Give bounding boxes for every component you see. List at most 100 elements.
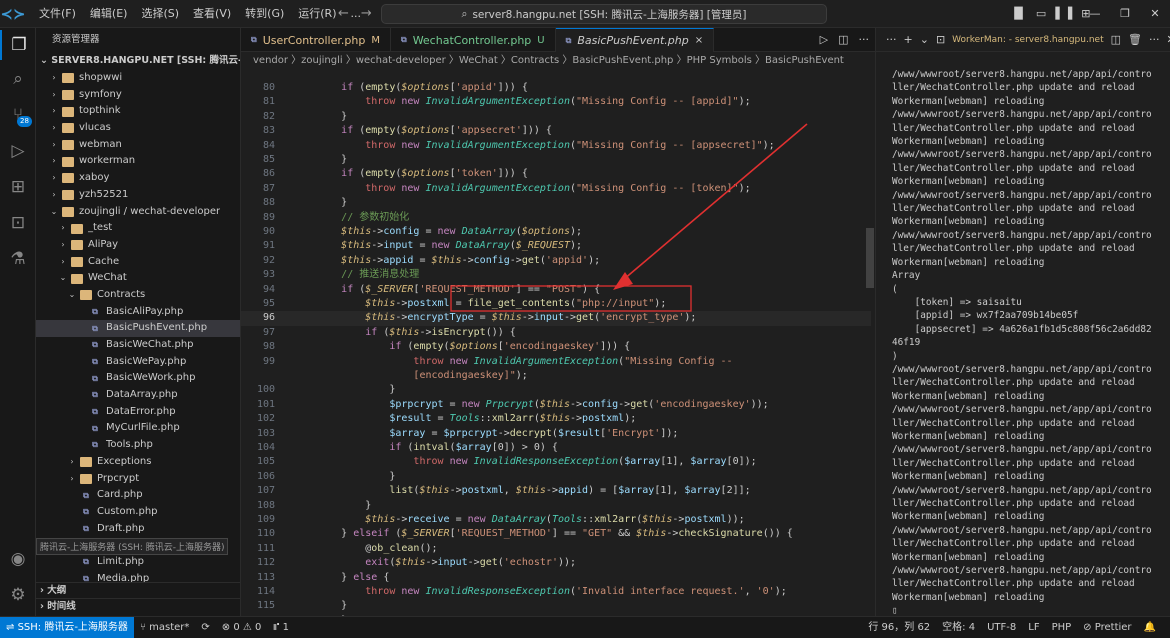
tree-folder[interactable]: › webman xyxy=(36,137,240,154)
restore-icon[interactable]: ❐ xyxy=(1110,0,1140,28)
code-line[interactable]: 84 throw new InvalidArgumentException("M… xyxy=(241,139,871,153)
tree-folder[interactable]: › yzh52521 xyxy=(36,187,240,204)
problems-indicator[interactable]: ⊗ 0 ⚠ 0 xyxy=(216,622,268,633)
settings-gear-icon[interactable]: ⚙ xyxy=(0,580,36,610)
code-line[interactable]: 103 $array = $prpcrypt->decrypt($result[… xyxy=(241,427,871,441)
more-actions-icon[interactable]: ··· xyxy=(859,28,870,52)
code-line[interactable]: 102 $result = Tools::xml2arr($this->post… xyxy=(241,412,871,426)
menu-go[interactable]: 转到(G) xyxy=(238,0,291,28)
extensions-icon[interactable]: ⊞ xyxy=(0,172,36,202)
tree-folder[interactable]: › Prpcrypt xyxy=(36,471,240,488)
account-icon[interactable]: ◉ xyxy=(0,544,36,574)
code-line[interactable]: 90 $this->config = new DataArray($option… xyxy=(241,225,871,239)
language-mode[interactable]: PHP xyxy=(1046,617,1078,638)
code-line[interactable]: 85 } xyxy=(241,153,871,167)
ports-indicator[interactable]: ⑈ 1 xyxy=(267,622,295,633)
code-line[interactable]: 105 throw new InvalidResponseException($… xyxy=(241,455,871,469)
source-control-icon[interactable]: ⑂ 28 xyxy=(0,100,36,130)
end-of-line[interactable]: LF xyxy=(1022,617,1045,638)
tab-wechat-controller[interactable]: ⧉ WechatController.php U xyxy=(391,28,556,52)
cursor-position[interactable]: 行 96，列 62 xyxy=(862,617,936,638)
tree-folder[interactable]: › Cache xyxy=(36,254,240,271)
code-line[interactable]: 92 $this->appid = $this->config->get('ap… xyxy=(241,254,871,268)
more-actions-icon[interactable]: ··· xyxy=(1149,33,1160,46)
code-line[interactable]: 91 $this->input = new DataArray($_REQUES… xyxy=(241,239,871,253)
menu-selection[interactable]: 选择(S) xyxy=(134,0,186,28)
remote-explorer-icon[interactable]: ⊡ xyxy=(0,208,36,238)
tree-file[interactable]: ⧉ BasicAliPay.php xyxy=(36,304,240,321)
code-line[interactable]: 113 } else { xyxy=(241,571,871,585)
tree-file[interactable]: ⧉ Card.php xyxy=(36,487,240,504)
code-line[interactable]: 99 throw new InvalidArgumentException("M… xyxy=(241,355,871,369)
remote-indicator[interactable]: ⇌ SSH: 腾讯云-上海服务器 xyxy=(0,616,134,638)
code-line[interactable]: 96 $this->encryptType = $this->input->ge… xyxy=(241,311,871,326)
code-line[interactable]: 98 if (empty($options['encodingaeskey'])… xyxy=(241,340,871,354)
tab-user-controller[interactable]: ⧉ UserController.php M xyxy=(241,28,391,52)
timeline-section[interactable]: › 时间线 xyxy=(36,598,240,614)
tree-file[interactable]: ⧉ MyCurlFile.php xyxy=(36,420,240,437)
toggle-panel-icon[interactable]: ▭ xyxy=(1036,0,1046,28)
more-icon[interactable]: ··· xyxy=(886,33,897,46)
tree-folder[interactable]: › topthink xyxy=(36,103,240,120)
code-line[interactable]: 89 // 参数初始化 xyxy=(241,211,871,225)
branch-indicator[interactable]: ⑂ master* xyxy=(134,622,195,633)
tree-file[interactable]: ⧉ Draft.php xyxy=(36,521,240,538)
code-line[interactable]: 95 $this->postxml = file_get_contents("p… xyxy=(241,297,871,311)
tree-file[interactable]: ⧉ BasicWeChat.php xyxy=(36,337,240,354)
close-tab-icon[interactable]: × xyxy=(695,35,703,46)
code-line[interactable]: 82 } xyxy=(241,110,871,124)
outline-section[interactable]: › 大纲 xyxy=(36,582,240,598)
code-line[interactable]: 115 } xyxy=(241,599,871,613)
sync-icon[interactable]: ⟳ xyxy=(195,622,215,633)
testing-icon[interactable]: ⚗ xyxy=(0,244,36,274)
tree-folder[interactable]: › Exceptions xyxy=(36,454,240,471)
tab-basic-push-event[interactable]: ⧉ BasicPushEvent.php × xyxy=(555,28,715,52)
close-panel-icon[interactable]: ✕ xyxy=(1166,33,1170,46)
run-debug-icon[interactable]: ▷ xyxy=(0,136,36,166)
tree-folder[interactable]: › shopwwi xyxy=(36,70,240,87)
minimize-icon[interactable]: — xyxy=(1080,0,1110,28)
terminal-output[interactable]: /www/wwwroot/server8.hangpu.net/app/api/… xyxy=(892,68,1164,618)
indentation[interactable]: 空格: 4 xyxy=(936,617,981,638)
tree-file[interactable]: ⧉ BasicPushEvent.php xyxy=(36,320,240,337)
code-line[interactable]: 104 if (intval($array[0]) > 0) { xyxy=(241,441,871,455)
code-line[interactable]: 107 list($this->postxml, $this->appid) =… xyxy=(241,484,871,498)
encoding[interactable]: UTF-8 xyxy=(981,617,1022,638)
code-line[interactable]: 88 } xyxy=(241,196,871,210)
code-line[interactable]: 97 if ($this->isEncrypt()) { xyxy=(241,326,871,340)
code-editor[interactable]: 80 if (empty($options['appid'])) {81 thr… xyxy=(241,74,875,616)
tree-file[interactable]: ⧉ BasicWePay.php xyxy=(36,354,240,371)
code-line[interactable]: [encodingaeskey]"); xyxy=(241,369,871,383)
code-line[interactable]: 106 } xyxy=(241,470,871,484)
toggle-secondary-sidebar-icon[interactable]: ▌▐ xyxy=(1055,0,1072,28)
terminal-name[interactable]: WorkerMan: - server8.hangpu.net xyxy=(952,35,1103,45)
split-terminal-icon[interactable]: ◫ xyxy=(1111,33,1121,46)
code-line[interactable]: 83 if (empty($options['appsecret'])) { xyxy=(241,124,871,138)
tree-file[interactable]: ⧉ Custom.php xyxy=(36,504,240,521)
code-line[interactable]: 112 exit($this->input->get('echostr')); xyxy=(241,556,871,570)
tree-folder[interactable]: › workerman xyxy=(36,153,240,170)
editor-scrollbar[interactable] xyxy=(866,228,874,288)
explorer-root-folder[interactable]: ⌄ SERVER8.HANGPU.NET [SSH: 腾讯云-上海服务... xyxy=(36,52,240,70)
formatter[interactable]: ⊘ Prettier xyxy=(1077,617,1137,638)
code-line[interactable]: 93 // 推送消息处理 xyxy=(241,268,871,282)
tree-file[interactable]: ⧉ Limit.php xyxy=(36,554,240,571)
command-center[interactable]: ⌕ server8.hangpu.net [SSH: 腾讯云-上海服务器] [管… xyxy=(381,4,827,24)
code-line[interactable]: 108 } xyxy=(241,499,871,513)
menu-view[interactable]: 查看(V) xyxy=(186,0,238,28)
tree-folder[interactable]: › symfony xyxy=(36,87,240,104)
code-line[interactable]: 114 throw new InvalidResponseException('… xyxy=(241,585,871,599)
tree-file[interactable]: ⧉ DataArray.php xyxy=(36,387,240,404)
menu-edit[interactable]: 编辑(E) xyxy=(83,0,135,28)
run-icon[interactable]: ▷ xyxy=(820,28,828,52)
trash-icon[interactable]: 🗑 xyxy=(1128,33,1142,46)
tree-folder[interactable]: ⌄ WeChat xyxy=(36,270,240,287)
tree-folder[interactable]: › vlucas xyxy=(36,120,240,137)
files-icon[interactable]: ❐ xyxy=(0,30,36,60)
tree-file[interactable]: ⧉ Tools.php xyxy=(36,437,240,454)
code-line[interactable]: 80 if (empty($options['appid'])) { xyxy=(241,81,871,95)
toggle-sidebar-icon[interactable]: ▐▌ xyxy=(1010,0,1027,28)
chevron-down-icon[interactable]: ⌄ xyxy=(920,33,929,46)
menu-file[interactable]: 文件(F) xyxy=(32,0,83,28)
back-arrow-icon[interactable]: ← xyxy=(338,0,349,28)
